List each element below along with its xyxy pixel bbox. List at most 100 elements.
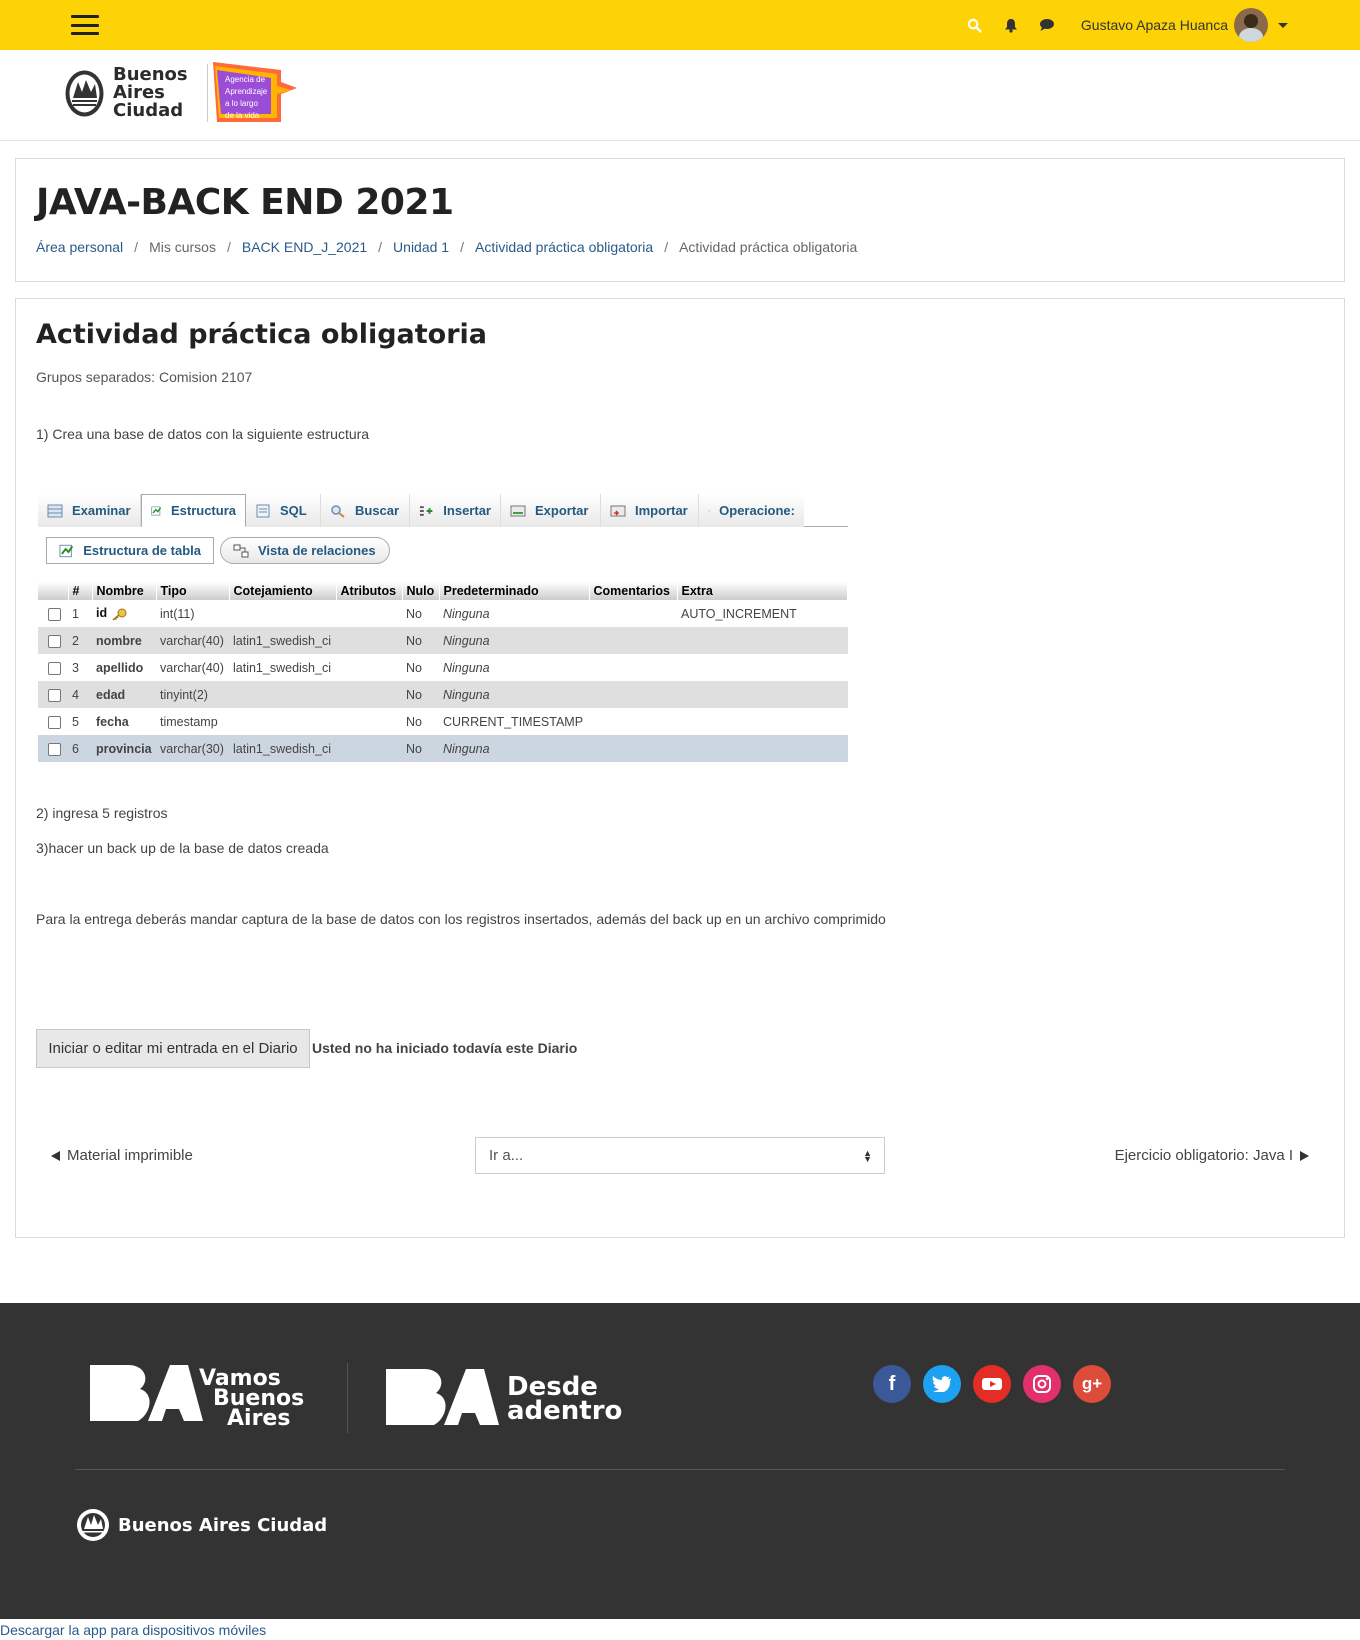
breadcrumb-unidad[interactable]: Unidad 1 [393,239,449,255]
table-row: 6 provincia varchar(30) latin1_swedish_c… [38,735,848,762]
structure-icon [151,506,162,515]
col-header: Nombre [92,582,157,600]
user-name[interactable]: Gustavo Apaza Huanca [1081,17,1228,33]
next-activity-link[interactable]: Ejercicio obligatorio: Java I [1115,1147,1309,1164]
diary-status: Usted no ha iniciado todavía este Diario [312,1040,578,1056]
col-header: Extra [677,582,848,600]
arrow-right-icon [1300,1150,1309,1161]
user-menu-caret-icon[interactable] [1278,22,1288,28]
wrench-icon [708,509,710,512]
table-row: 3 apellido varchar(40) latin1_swedish_ci… [38,654,848,681]
mobile-app-link[interactable]: Descargar la app para dispositivos móvil… [0,1622,266,1638]
primary-key-icon [112,608,127,621]
row-checkbox [48,742,61,756]
breadcrumb: Área personal / Mis cursos / BACK END_J_… [36,239,858,255]
col-header: Nulo [402,582,440,600]
col-header: # [68,582,93,600]
export-icon [510,505,526,516]
youtube-icon[interactable] [973,1365,1011,1403]
menu-hamburger-icon[interactable] [71,15,99,35]
footer-divider [75,1469,1285,1470]
pma-tab-examinar: Examinar [38,494,141,527]
svg-text:Aprendizaje: Aprendizaje [225,87,268,96]
pma-structure-table: # Nombre Tipo Cotejamiento Atributos Nul… [38,582,848,762]
pma-tab-operaciones: Operacione: [699,494,804,527]
social-links: f g+ [873,1365,1123,1403]
breadcrumb-activity-link[interactable]: Actividad práctica obligatoria [475,239,653,255]
pma-tab-bar: Examinar Estructura SQL Buscar Insertar … [38,494,848,527]
row-checkbox [48,607,61,621]
svg-text:a lo largo: a lo largo [225,99,258,108]
course-header-card: JAVA-BACK END 2021 Área personal / Mis c… [15,158,1345,282]
relations-icon [233,544,249,557]
start-diary-button[interactable]: Iniciar o editar mi entrada en el Diario [36,1029,310,1068]
row-checkbox [48,715,61,729]
instruction-3: 3)hacer un back up de la base de datos c… [36,840,329,856]
col-header: Cotejamiento [229,582,337,600]
row-checkbox [48,661,61,675]
pma-subtab-vista-relaciones: Vista de relaciones [220,537,390,564]
ba-seal-footer-logo[interactable] [76,1507,110,1543]
row-checkbox [48,688,61,702]
site-footer: Vamos Buenos Aires Desde adentro f g+ Bu… [0,1303,1360,1619]
vamos-buenos-aires-text: Vamos Buenos Aires [199,1366,305,1431]
facebook-icon[interactable]: f [873,1365,911,1403]
browse-icon [47,504,63,517]
table-row: 2 nombre varchar(40) latin1_swedish_ci N… [38,627,848,654]
jump-to-select[interactable]: Ir a... ▲ ▼ [475,1137,885,1174]
table-structure-icon [59,544,74,557]
user-avatar[interactable] [1234,8,1268,42]
agencia-aprendizaje-logo[interactable]: Agencia de Aprendizaje a lo largo de la … [211,60,301,126]
activity-title: Actividad práctica obligatoria [36,319,488,350]
arrow-left-icon [51,1150,60,1161]
instagram-icon[interactable] [1023,1365,1061,1403]
import-icon [610,505,626,516]
top-navbar: Gustavo Apaza Huanca [0,0,1360,50]
col-header: Comentarios [589,582,678,600]
google-plus-icon[interactable]: g+ [1073,1365,1111,1403]
site-logo-header: Buenos Aires Ciudad Agencia de Aprendiza… [0,50,1360,141]
svg-text:de la vida: de la vida [225,111,260,120]
row-checkbox [48,634,61,648]
ba-ciudad-wordmark: Buenos Aires Ciudad [113,64,188,121]
search-magnifier-icon [331,504,345,518]
delivery-instructions: Para la entrega deberás mandar captura d… [36,911,886,927]
table-row: 4 edad tinyint(2) No Ninguna [38,681,848,708]
pma-tab-buscar: Buscar [321,494,410,527]
groups-info: Grupos separados: Comision 2107 [36,369,253,385]
course-title: JAVA-BACK END 2021 [36,182,454,223]
pma-tab-sql: SQL [246,494,321,527]
footer-city-name: Buenos Aires Ciudad [118,1515,328,1536]
pma-tab-importar: Importar [601,494,699,527]
prev-activity-link[interactable]: Material imprimible [51,1147,193,1164]
insert-icon [419,505,433,516]
twitter-icon[interactable] [923,1365,961,1403]
breadcrumb-mis-cursos: Mis cursos [149,239,216,255]
pma-tab-estructura: Estructura [141,494,246,527]
phpmyadmin-structure-image: Examinar Estructura SQL Buscar Insertar … [38,494,848,769]
footer-logo-divider [347,1363,348,1433]
desde-adentro-text: Desde adentro [507,1372,623,1426]
sql-icon [256,504,270,517]
table-row: 1 id int(11) No Ninguna AUTO_INCREMENT [38,600,848,627]
col-header: Predeterminado [439,582,590,600]
pma-subtab-estructura-tabla: Estructura de tabla [46,537,214,564]
pma-tab-insertar: Insertar [410,494,501,527]
svg-text:Agencia de: Agencia de [225,75,266,84]
ba-seal-logo[interactable] [64,68,105,119]
col-header: Atributos [336,582,403,600]
instruction-2: 2) ingresa 5 registros [36,805,168,821]
ba-vamos-logo[interactable] [88,1363,203,1435]
breadcrumb-area-personal[interactable]: Área personal [36,239,123,255]
breadcrumb-course[interactable]: BACK END_J_2021 [242,239,367,255]
search-icon[interactable] [967,17,983,33]
bell-icon[interactable] [1003,17,1019,33]
breadcrumb-current: Actividad práctica obligatoria [679,239,858,255]
logo-divider [207,64,208,122]
instruction-1: 1) Crea una base de datos con la siguien… [36,426,370,442]
activity-card: Actividad práctica obligatoria Grupos se… [15,298,1345,1238]
table-row: 5 fecha timestamp No CURRENT_TIMESTAMP [38,708,848,735]
ba-desde-adentro-logo[interactable] [384,1367,499,1431]
select-arrows-icon: ▲ ▼ [863,1148,872,1164]
chat-icon[interactable] [1039,17,1055,33]
